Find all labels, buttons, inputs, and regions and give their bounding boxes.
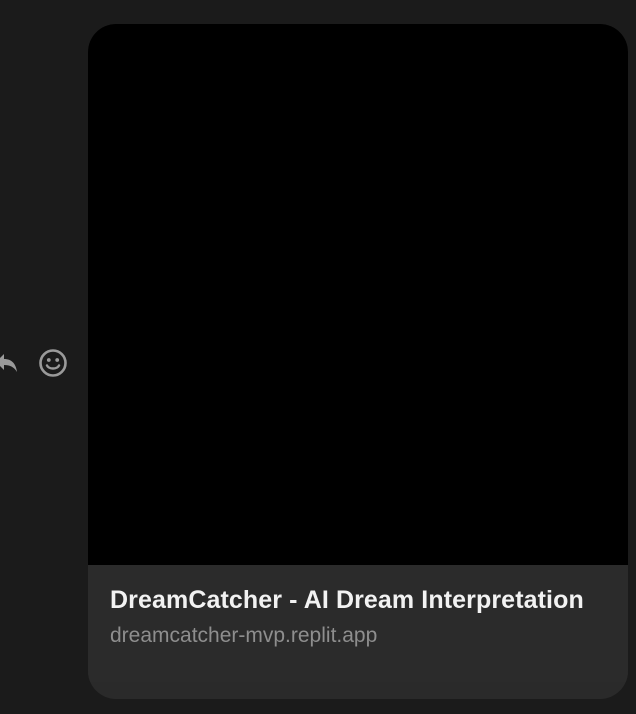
link-preview-image <box>88 24 628 565</box>
smiley-icon[interactable] <box>38 348 68 378</box>
chat-area: DreamCatcher - AI Dream Interpretation d… <box>0 0 636 714</box>
link-preview-title: DreamCatcher - AI Dream Interpretation <box>110 586 584 614</box>
message-actions <box>0 346 80 380</box>
link-preview-card[interactable]: DreamCatcher - AI Dream Interpretation d… <box>88 24 628 699</box>
link-preview-footer: DreamCatcher - AI Dream Interpretation d… <box>88 565 628 682</box>
reply-icon[interactable] <box>0 348 22 376</box>
link-preview-domain: dreamcatcher-mvp.replit.app <box>110 624 378 647</box>
